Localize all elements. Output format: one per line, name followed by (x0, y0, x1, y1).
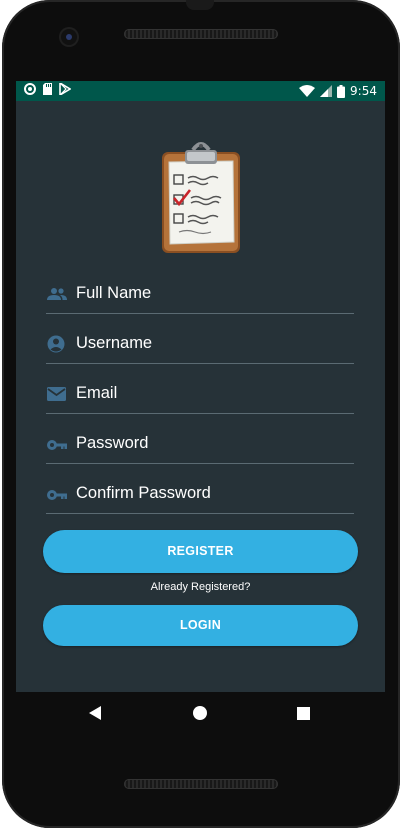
full-name-field (46, 275, 354, 314)
navigation-bar (16, 692, 385, 736)
front-camera-icon (61, 29, 77, 45)
confirm-password-field (46, 475, 354, 514)
cell-signal-icon (320, 85, 333, 97)
app-screen: 9:54 Full Name Username Email REGISTER A… (16, 81, 385, 692)
play-store-icon (59, 83, 71, 95)
battery-icon (337, 84, 346, 98)
login-button[interactable]: LOGIN (43, 605, 358, 646)
username-field (46, 325, 354, 364)
email-field (46, 375, 354, 414)
confirm-password-input[interactable] (76, 479, 352, 507)
account-circle-icon (47, 335, 65, 353)
email-input[interactable] (76, 379, 352, 407)
people-icon (47, 288, 67, 300)
clipboard-checklist-icon (162, 142, 240, 253)
circle-notification-icon (24, 83, 36, 95)
already-registered-text: Already Registered? (150, 581, 251, 593)
key-icon (47, 490, 67, 500)
wifi-icon (299, 85, 316, 97)
top-button (186, 0, 214, 10)
earpiece-speaker (124, 29, 278, 39)
password-input[interactable] (76, 429, 352, 457)
full-name-input[interactable] (76, 279, 352, 307)
sd-card-icon (43, 83, 52, 95)
mail-icon (47, 387, 66, 401)
recents-icon[interactable] (297, 707, 310, 720)
register-button[interactable]: REGISTER (43, 530, 358, 573)
status-time: 9:54 (350, 84, 377, 98)
key-icon (47, 440, 67, 450)
bottom-speaker (124, 779, 278, 789)
home-icon[interactable] (193, 706, 207, 720)
username-input[interactable] (76, 329, 352, 357)
back-icon[interactable] (89, 706, 101, 720)
status-bar: 9:54 (16, 81, 385, 101)
phone-frame: 9:54 Full Name Username Email REGISTER A… (0, 0, 402, 830)
password-field (46, 425, 354, 464)
